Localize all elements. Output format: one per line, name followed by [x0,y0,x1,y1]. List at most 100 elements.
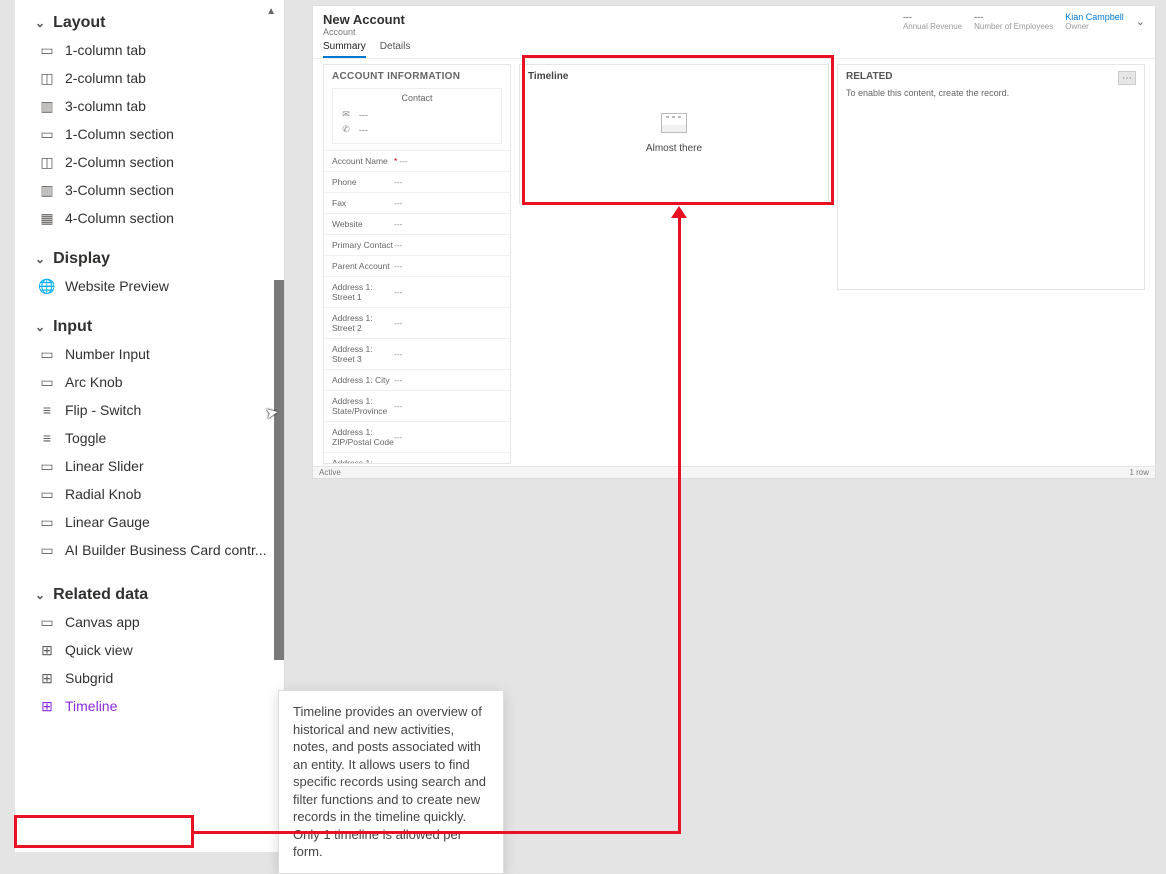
group-display[interactable]: ⌄ Display [15,242,284,272]
form-field[interactable]: Phone--- [324,171,510,192]
field-label: Website [332,219,394,229]
component-canvas-app[interactable]: ▭ Canvas app [15,608,284,636]
component-linear-gauge[interactable]: ▭ Linear Gauge [15,508,284,536]
field-value: --- [394,287,403,297]
tab-icon: ▥ [39,98,55,114]
form-field[interactable]: Fax--- [324,192,510,213]
knob-icon: ▭ [39,374,55,390]
form-field[interactable]: Address 1: Street 1--- [324,276,510,307]
related-menu-button[interactable]: ⋯ [1118,71,1136,85]
field-label: Fax [332,198,394,208]
component-3-column-tab[interactable]: ▥ 3-column tab [15,92,284,120]
chevron-down-icon: ⌄ [35,252,45,266]
sidebar-scrollbar[interactable] [274,280,285,660]
component-website-preview[interactable]: 🌐 Website Preview [15,272,284,300]
section-icon: ▭ [39,126,55,142]
component-toggle[interactable]: ≡ Toggle [15,424,284,452]
form-field[interactable]: Address 1: ZIP/Postal Code--- [324,421,510,452]
component-2-column-tab[interactable]: ◫ 2-column tab [15,64,284,92]
component-linear-slider[interactable]: ▭ Linear Slider [15,452,284,480]
annual-revenue-label: Annual Revenue [903,22,962,31]
section-icon: ▦ [39,210,55,226]
timeline-title: Timeline [528,71,820,82]
globe-icon: 🌐 [39,278,55,294]
account-information-section[interactable]: ACCOUNT INFORMATION Contact ✉--- ✆--- Ac… [323,64,511,464]
card-icon: ▭ [39,542,55,558]
component-radial-knob[interactable]: ▭ Radial Knob [15,480,284,508]
tab-icon: ▭ [39,42,55,58]
component-quick-view[interactable]: ⊞ Quick view [15,636,284,664]
tab-summary[interactable]: Summary [323,41,366,58]
field-label: Phone [332,177,394,187]
field-label: Primary Contact [332,240,394,250]
field-value: --- [394,401,403,411]
timeline-empty-icon [661,113,687,133]
chevron-down-icon[interactable]: ⌄ [1136,15,1145,28]
group-layout[interactable]: ⌄ Layout [15,6,284,36]
component-number-input[interactable]: ▭ Number Input [15,340,284,368]
section-icon: ▥ [39,182,55,198]
timeline-icon: ⊞ [39,698,55,714]
form-field[interactable]: Address 1: Country/Region--- [324,452,510,464]
canvas-icon: ▭ [39,614,55,630]
switch-icon: ≡ [39,402,55,418]
component-2-column-section[interactable]: ◫ 2-Column section [15,148,284,176]
component-4-column-section[interactable]: ▦ 4-Column section [15,204,284,232]
annual-revenue-value: --- [903,12,912,22]
field-label: Address 1: Street 1 [332,282,394,302]
chevron-down-icon: ⌄ [35,320,45,334]
form-field[interactable]: Parent Account--- [324,255,510,276]
slider-icon: ▭ [39,458,55,474]
component-3-column-section[interactable]: ▥ 3-Column section [15,176,284,204]
component-timeline[interactable]: ⊞ Timeline [15,692,284,720]
component-subgrid[interactable]: ⊞ Subgrid [15,664,284,692]
status-left: Active [319,468,341,477]
form-field[interactable]: Primary Contact--- [324,234,510,255]
employees-label: Number of Employees [974,22,1053,31]
tab-icon: ◫ [39,70,55,86]
field-value: --- [394,432,403,442]
required-icon: * [394,156,397,166]
subgrid-icon: ⊞ [39,670,55,686]
form-field[interactable]: Address 1: Street 2--- [324,307,510,338]
scroll-up-arrow[interactable]: ▲ [266,6,276,17]
component-arc-knob[interactable]: ▭ Arc Knob [15,368,284,396]
group-layout-label: Layout [53,14,105,32]
group-related-data[interactable]: ⌄ Related data [15,578,284,608]
component-1-column-tab[interactable]: ▭ 1-column tab [15,36,284,64]
form-field[interactable]: Website--- [324,213,510,234]
contact-title: Contact [341,93,493,103]
group-input-label: Input [53,318,92,336]
owner-label: Owner [1065,22,1089,31]
number-icon: ▭ [39,346,55,362]
timeline-section[interactable]: Timeline Almost there [519,64,829,464]
component-flip-switch[interactable]: ≡ Flip - Switch [15,396,284,424]
field-value: --- [394,177,403,187]
contact-quickview[interactable]: Contact ✉--- ✆--- [332,88,502,144]
form-field[interactable]: Account Name*--- [324,150,510,171]
timeline-empty-text: Almost there [646,143,702,154]
mail-icon: ✉ [341,109,351,120]
employees-value: --- [974,12,983,22]
form-preview-canvas: New Account Account --- Annual Revenue -… [312,5,1156,479]
group-input[interactable]: ⌄ Input [15,310,284,340]
form-field[interactable]: Address 1: Street 3--- [324,338,510,369]
related-title: RELATED [838,65,1144,88]
group-display-label: Display [53,250,110,268]
gauge-icon: ▭ [39,514,55,530]
tab-details[interactable]: Details [380,41,411,58]
form-field[interactable]: Address 1: State/Province--- [324,390,510,421]
related-section[interactable]: RELATED ⋯ To enable this content, create… [837,64,1145,290]
related-message: To enable this content, create the recor… [838,88,1144,98]
component-ai-builder-card[interactable]: ▭ AI Builder Business Card contr... [15,536,284,564]
form-field[interactable]: Address 1: City--- [324,369,510,390]
field-label: Address 1: Country/Region [332,458,394,464]
field-label: Address 1: Street 2 [332,313,394,333]
status-right: 1 row [1129,468,1149,477]
field-label: Account Name [332,156,394,166]
knob-icon: ▭ [39,486,55,502]
section-label: ACCOUNT INFORMATION [324,65,510,88]
field-value: --- [394,463,403,464]
component-1-column-section[interactable]: ▭ 1-Column section [15,120,284,148]
components-sidebar: ▲ ⌄ Layout ▭ 1-column tab ◫ 2-column tab… [15,0,285,852]
